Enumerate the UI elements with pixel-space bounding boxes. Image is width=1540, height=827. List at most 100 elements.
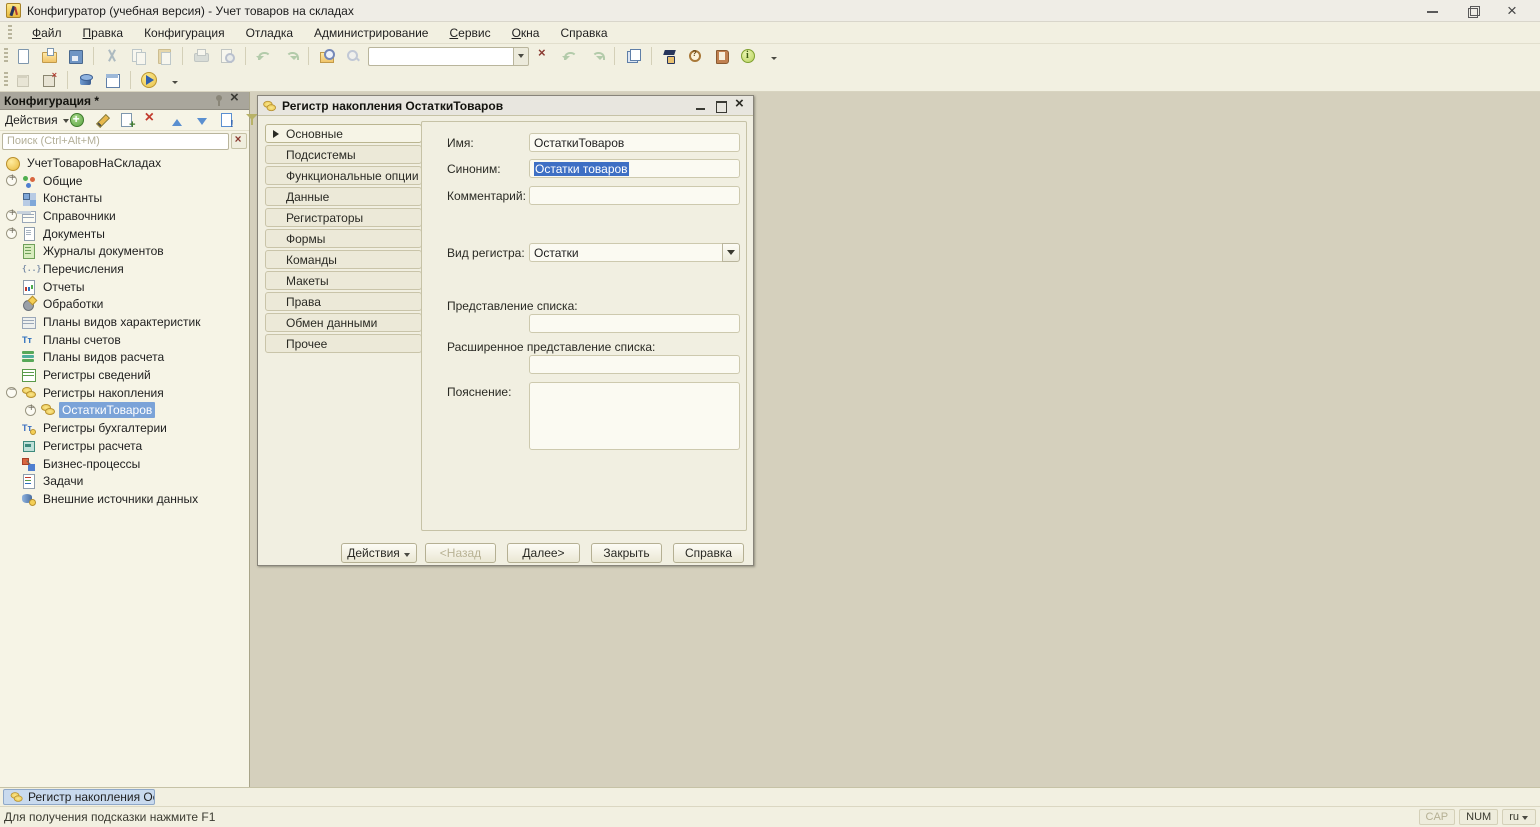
dropdown-arrow-icon[interactable] xyxy=(722,243,740,262)
expand-placeholder xyxy=(6,334,17,345)
actions-button[interactable]: Действия xyxy=(341,543,417,563)
menu-help[interactable]: Справка xyxy=(557,24,610,42)
accumulation-registers-icon xyxy=(22,386,36,400)
tree-item[interactable]: Обработки xyxy=(0,296,249,314)
business-processes-icon xyxy=(22,457,36,471)
search-input[interactable] xyxy=(2,133,229,150)
tree-item[interactable]: Регистры бухгалтерии xyxy=(0,419,249,437)
register-kind-value: Остатки xyxy=(529,243,722,262)
menu-file[interactable]: Файл xyxy=(29,24,65,42)
panel-close-icon[interactable] xyxy=(229,93,245,109)
tree-item-selected[interactable]: ОстаткиТоваров xyxy=(0,402,249,420)
actions-menu-button[interactable]: Действия xyxy=(3,113,60,127)
move-up-icon xyxy=(169,112,185,128)
extended-list-presentation-field[interactable] xyxy=(529,355,740,374)
language-indicator[interactable]: ru xyxy=(1502,809,1536,825)
dialog-minimize-icon[interactable] xyxy=(695,100,707,112)
tab-rights[interactable]: Права xyxy=(265,292,422,311)
clear-search-icon xyxy=(233,135,247,149)
tree-item[interactable]: Планы видов характеристик xyxy=(0,313,249,331)
syntax-check-icon xyxy=(662,48,678,64)
dialog-titlebar[interactable]: Регистр накопления ОстаткиТоваров xyxy=(258,96,753,116)
next-button[interactable]: Далее> xyxy=(507,543,580,563)
tab-data-exchange[interactable]: Обмен данными xyxy=(265,313,422,332)
tree-item[interactable]: Планы видов расчета xyxy=(0,349,249,367)
tab-subsystems[interactable]: Подсистемы xyxy=(265,145,422,164)
synonym-field[interactable]: Остатки товаров xyxy=(529,159,740,178)
open-icon xyxy=(41,48,57,64)
tab-main[interactable]: Основные xyxy=(265,124,422,143)
list-presentation-field[interactable] xyxy=(529,314,740,333)
tab-templates[interactable]: Макеты xyxy=(265,271,422,290)
toolbar-grip[interactable] xyxy=(4,48,8,64)
close-icon[interactable] xyxy=(1506,4,1520,18)
configuration-root-icon xyxy=(6,156,20,170)
tree-item[interactable]: Перечисления xyxy=(0,260,249,278)
calculation-registers-icon xyxy=(22,439,36,453)
tree-item[interactable]: Отчеты xyxy=(0,278,249,296)
tree-item[interactable]: Документы xyxy=(0,225,249,243)
menu-debug[interactable]: Отладка xyxy=(243,24,296,42)
tree-item[interactable]: Регистры сведений xyxy=(0,366,249,384)
tab-forms[interactable]: Формы xyxy=(265,229,422,248)
minimize-icon[interactable] xyxy=(1426,4,1440,18)
data-processors-icon xyxy=(22,297,36,311)
status-hint: Для получения подсказки нажмите F1 xyxy=(4,810,1415,824)
information-registers-icon xyxy=(22,368,36,382)
expand-icon[interactable] xyxy=(6,228,17,239)
tree-item[interactable]: Задачи xyxy=(0,472,249,490)
toolbar-grip[interactable] xyxy=(4,72,8,88)
search-dropdown-icon[interactable] xyxy=(514,47,529,66)
tree-item-root[interactable]: УчетТоваровНаСкладах xyxy=(0,154,249,172)
dialog-maximize-icon[interactable] xyxy=(715,100,727,112)
expand-icon[interactable] xyxy=(6,210,17,221)
menu-windows[interactable]: Окна xyxy=(509,24,543,42)
separator xyxy=(651,47,652,65)
menu-tools[interactable]: Сервис xyxy=(446,24,493,42)
tree-item[interactable]: Планы счетов xyxy=(0,331,249,349)
back-button[interactable]: <Назад xyxy=(425,543,496,563)
tree-item[interactable]: Регистры расчета xyxy=(0,437,249,455)
dialog-tab-list: Основные Подсистемы Функциональные опции… xyxy=(265,124,422,355)
collapse-icon[interactable] xyxy=(6,387,17,398)
close-button[interactable]: Закрыть xyxy=(591,543,662,563)
tab-data[interactable]: Данные xyxy=(265,187,422,206)
tree-item[interactable]: Справочники xyxy=(0,207,249,225)
restore-icon[interactable] xyxy=(1466,4,1480,18)
help-button[interactable]: Справка xyxy=(673,543,744,563)
dialog-close-icon[interactable] xyxy=(735,100,747,112)
dialog-content: Имя: Синоним: Остатки товаров Комментари… xyxy=(421,121,747,531)
register-kind-combobox[interactable]: Остатки xyxy=(529,243,740,262)
tree-item[interactable]: Регистры накопления xyxy=(0,384,249,402)
redo-icon xyxy=(282,48,298,64)
extended-list-presentation-label: Расширенное представление списка: xyxy=(447,340,655,354)
expand-placeholder xyxy=(6,423,17,434)
global-search-input[interactable] xyxy=(368,47,514,66)
pin-icon[interactable] xyxy=(213,93,229,109)
reports-icon xyxy=(22,280,36,294)
tree-item[interactable]: Константы xyxy=(0,189,249,207)
window-tab-active[interactable]: Регистр накопления Ост... xyxy=(3,789,155,805)
tree-item[interactable]: Общие xyxy=(0,172,249,190)
toolbar-grip[interactable] xyxy=(8,25,12,41)
separator xyxy=(130,71,131,89)
tab-other[interactable]: Прочее xyxy=(265,334,422,353)
active-tab-arrow-icon xyxy=(273,130,283,138)
edit-icon xyxy=(94,112,110,128)
configuration-table-icon xyxy=(104,72,120,88)
tree-item[interactable]: Бизнес-процессы xyxy=(0,455,249,473)
menu-configuration[interactable]: Конфигурация xyxy=(141,24,228,42)
name-field[interactable] xyxy=(529,133,740,152)
explanation-field[interactable] xyxy=(529,382,740,450)
expand-icon[interactable] xyxy=(6,175,17,186)
tab-recorders[interactable]: Регистраторы xyxy=(265,208,422,227)
menu-administration[interactable]: Администрирование xyxy=(311,24,431,42)
expand-icon[interactable] xyxy=(25,405,36,416)
tree-item[interactable]: Журналы документов xyxy=(0,242,249,260)
menu-edit[interactable]: Правка xyxy=(80,24,127,42)
tree-item[interactable]: Внешние источники данных xyxy=(0,490,249,508)
tab-functional-options[interactable]: Функциональные опции xyxy=(265,166,422,185)
expand-placeholder xyxy=(6,440,17,451)
tab-commands[interactable]: Команды xyxy=(265,250,422,269)
comment-field[interactable] xyxy=(529,186,740,205)
